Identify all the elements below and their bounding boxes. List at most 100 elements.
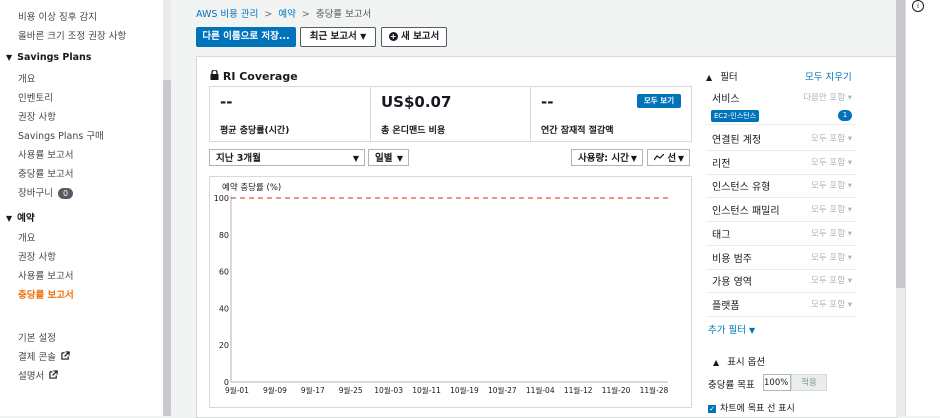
caret-down-icon: ▼ <box>630 154 637 163</box>
sidebar-item-ri-utilization[interactable]: 사용률 보고서 <box>18 268 73 282</box>
main-scrollbar-thumb[interactable] <box>896 0 905 288</box>
filter-count-badge: 1 <box>838 110 852 121</box>
new-report-button[interactable]: + 새 보고서 <box>381 27 447 47</box>
display-options-label: 표시 옵션 <box>727 357 766 368</box>
filter-hint: 모두 포함 ▾ <box>811 205 852 216</box>
filter-platform[interactable]: 플랫폼 모두 포함 ▾ <box>706 293 856 317</box>
filter-name: 가용 영역 <box>712 277 752 289</box>
button-label: 새 보고서 <box>401 31 440 42</box>
caret-up-icon: ▲ <box>706 73 713 82</box>
coverage-target-input[interactable]: 100% <box>763 374 791 391</box>
sidebar-item-billing-console[interactable]: 결제 콘솔 <box>18 349 70 363</box>
kpi-label: 연간 잠재적 절감액 <box>541 126 614 136</box>
line-chart-icon <box>653 153 667 164</box>
sidebar-item-sp-recommendations[interactable]: 권장 사항 <box>18 109 56 123</box>
kpi-value: US$0.07 <box>381 93 452 111</box>
filter-hint: 모두 포함 ▾ <box>811 181 852 192</box>
display-options-header[interactable]: ▲ 표시 옵션 <box>713 354 765 368</box>
sidebar-item-sp-purchase[interactable]: Savings Plans 구매 <box>18 128 104 142</box>
x-tick-label: 10월-11 <box>412 385 441 395</box>
chart-style-dropdown[interactable]: 선 ▼ <box>647 149 690 166</box>
filter-availability-zone[interactable]: 가용 영역 모두 포함 ▾ <box>706 269 856 294</box>
breadcrumb-reservations[interactable]: 예약 <box>278 9 295 20</box>
filters-header-label: 필터 <box>720 72 738 83</box>
sidebar-item-ri-recommendations[interactable]: 권장 사항 <box>18 249 56 263</box>
filter-name: 인스턴스 유형 <box>712 182 771 194</box>
x-tick-label: 9월-25 <box>339 385 363 395</box>
clear-all-filters-link[interactable]: 모두 지우기 <box>805 69 852 83</box>
caret-down-icon: ▼ <box>352 154 359 163</box>
breadcrumb-separator: > <box>264 9 273 20</box>
y-tick-label: 60 <box>219 268 229 277</box>
x-tick-label: 9월-09 <box>263 385 287 395</box>
sidebar-item-cart[interactable]: 장바구니 0 <box>18 185 74 199</box>
recent-reports-button[interactable]: 최근 보고서 ▼ <box>300 27 376 47</box>
save-as-button[interactable]: 다른 이름으로 저장... <box>196 27 296 47</box>
x-tick-label: 10월-03 <box>374 385 403 395</box>
view-all-button[interactable]: 모두 보기 <box>637 94 681 108</box>
filter-cost-category[interactable]: 비용 범주 모두 포함 ▾ <box>706 246 856 270</box>
x-tick-label: 11월-04 <box>526 385 555 395</box>
filter-hint: 다음만 포함 ▾ <box>803 93 852 103</box>
sidebar-item-rightsizing[interactable]: 올바른 크기 조정 권장 사항 <box>18 28 126 42</box>
sidebar-item-docs[interactable]: 설명서 <box>18 368 58 382</box>
sidebar-item-ri-coverage[interactable]: 충당률 보고서 <box>18 287 74 301</box>
caret-down-icon: ▼ <box>396 154 403 163</box>
filter-instance-family[interactable]: 인스턴스 패밀리 모두 포함 ▾ <box>706 198 856 223</box>
right-panel-edge <box>905 0 940 416</box>
kpi-value: -- <box>541 93 554 111</box>
filter-chip-ec2[interactable]: EC2-인스턴스 <box>711 110 760 122</box>
lock-icon <box>210 69 223 83</box>
filters-header[interactable]: ▲ 필터 <box>706 69 738 83</box>
kpi-label: 총 온디맨드 비용 <box>381 126 446 136</box>
show-target-checkbox[interactable]: ✓ 차트에 목표 선 표시 <box>708 401 795 414</box>
filter-hint: 모두 포함 ▾ <box>811 252 852 263</box>
filter-tag[interactable]: 태그 모두 포함 ▾ <box>706 222 856 246</box>
sidebar-scrollbar-thumb[interactable] <box>163 80 171 416</box>
dropdown-value: 사용량: 시간 <box>578 153 629 164</box>
coverage-chart: 0204060801009월-01 9월-09 9월-17 9월-25 10월-03 10… <box>214 194 669 395</box>
breadcrumb-current: 충당률 보고서 <box>315 9 372 20</box>
filter-hint: 모두 포함 ▾ <box>811 157 852 168</box>
checkmark-icon: ✓ <box>708 404 716 413</box>
sidebar-item-sp-overview[interactable]: 개요 <box>18 71 35 85</box>
section-label: Savings Plans <box>17 52 92 63</box>
caret-down-icon: ▼ <box>6 214 13 223</box>
time-range-dropdown[interactable]: 지난 3개월 ▼ <box>209 149 365 166</box>
sidebar-section-reservations[interactable]: ▼ 예약 <box>6 210 35 224</box>
sidebar-item-sp-coverage[interactable]: 충당률 보고서 <box>18 166 73 180</box>
filter-hint: 모두 포함 ▾ <box>811 228 852 239</box>
dropdown-value: 일별 <box>375 153 393 164</box>
sidebar-item-sp-inventory[interactable]: 인벤토리 <box>18 90 53 104</box>
sidebar-item-ri-overview[interactable]: 개요 <box>18 230 35 244</box>
sidebar-item-sp-utilization[interactable]: 사용률 보고서 <box>18 147 73 161</box>
filter-hint-text: 모두 포함 <box>811 252 846 263</box>
breadcrumb-cost-management[interactable]: AWS 비용 관리 <box>196 9 258 20</box>
filter-region[interactable]: 리전 모두 포함 ▾ <box>706 151 856 175</box>
caret-up-icon: ▲ <box>713 358 720 367</box>
filter-linked-account[interactable]: 연결된 계정 모두 포함 ▾ <box>706 127 856 151</box>
more-filters-link[interactable]: 추가 필터 ▼ <box>708 322 755 336</box>
sidebar-section-savings-plans[interactable]: ▼ Savings Plans <box>6 52 91 63</box>
info-icon[interactable]: i <box>912 0 924 12</box>
cart-label: 장바구니 <box>18 188 53 199</box>
filter-hint: 모두 포함 ▾ <box>811 299 852 310</box>
x-tick-label: 11월-28 <box>640 385 669 395</box>
sidebar-item-anomaly[interactable]: 비용 이상 징후 감지 <box>18 9 97 23</box>
filter-name: 비용 범주 <box>712 253 752 265</box>
filter-hint: 모두 포함 ▾ <box>811 134 852 144</box>
apply-button[interactable]: 적용 <box>791 374 827 391</box>
granularity-dropdown[interactable]: 일별 ▼ <box>368 149 409 166</box>
filter-hint-text: 모두 포함 <box>811 157 846 168</box>
filter-instance-type[interactable]: 인스턴스 유형 모두 포함 ▾ <box>706 174 856 199</box>
usage-dropdown[interactable]: 사용량: 시간 ▼ <box>571 149 643 166</box>
caret-down-icon: ▼ <box>360 32 367 41</box>
y-tick-label: 20 <box>219 341 229 350</box>
button-label: 최근 보고서 <box>309 31 357 42</box>
sidebar-item-preferences[interactable]: 기본 설정 <box>18 330 56 344</box>
filter-hint-text: 모두 포함 <box>811 181 846 192</box>
checkbox-label: 차트에 목표 선 표시 <box>720 404 795 414</box>
y-tick-label: 40 <box>219 304 229 313</box>
x-tick-label: 9월-17 <box>301 385 325 395</box>
coverage-target-label: 충당률 목표 <box>708 380 755 391</box>
